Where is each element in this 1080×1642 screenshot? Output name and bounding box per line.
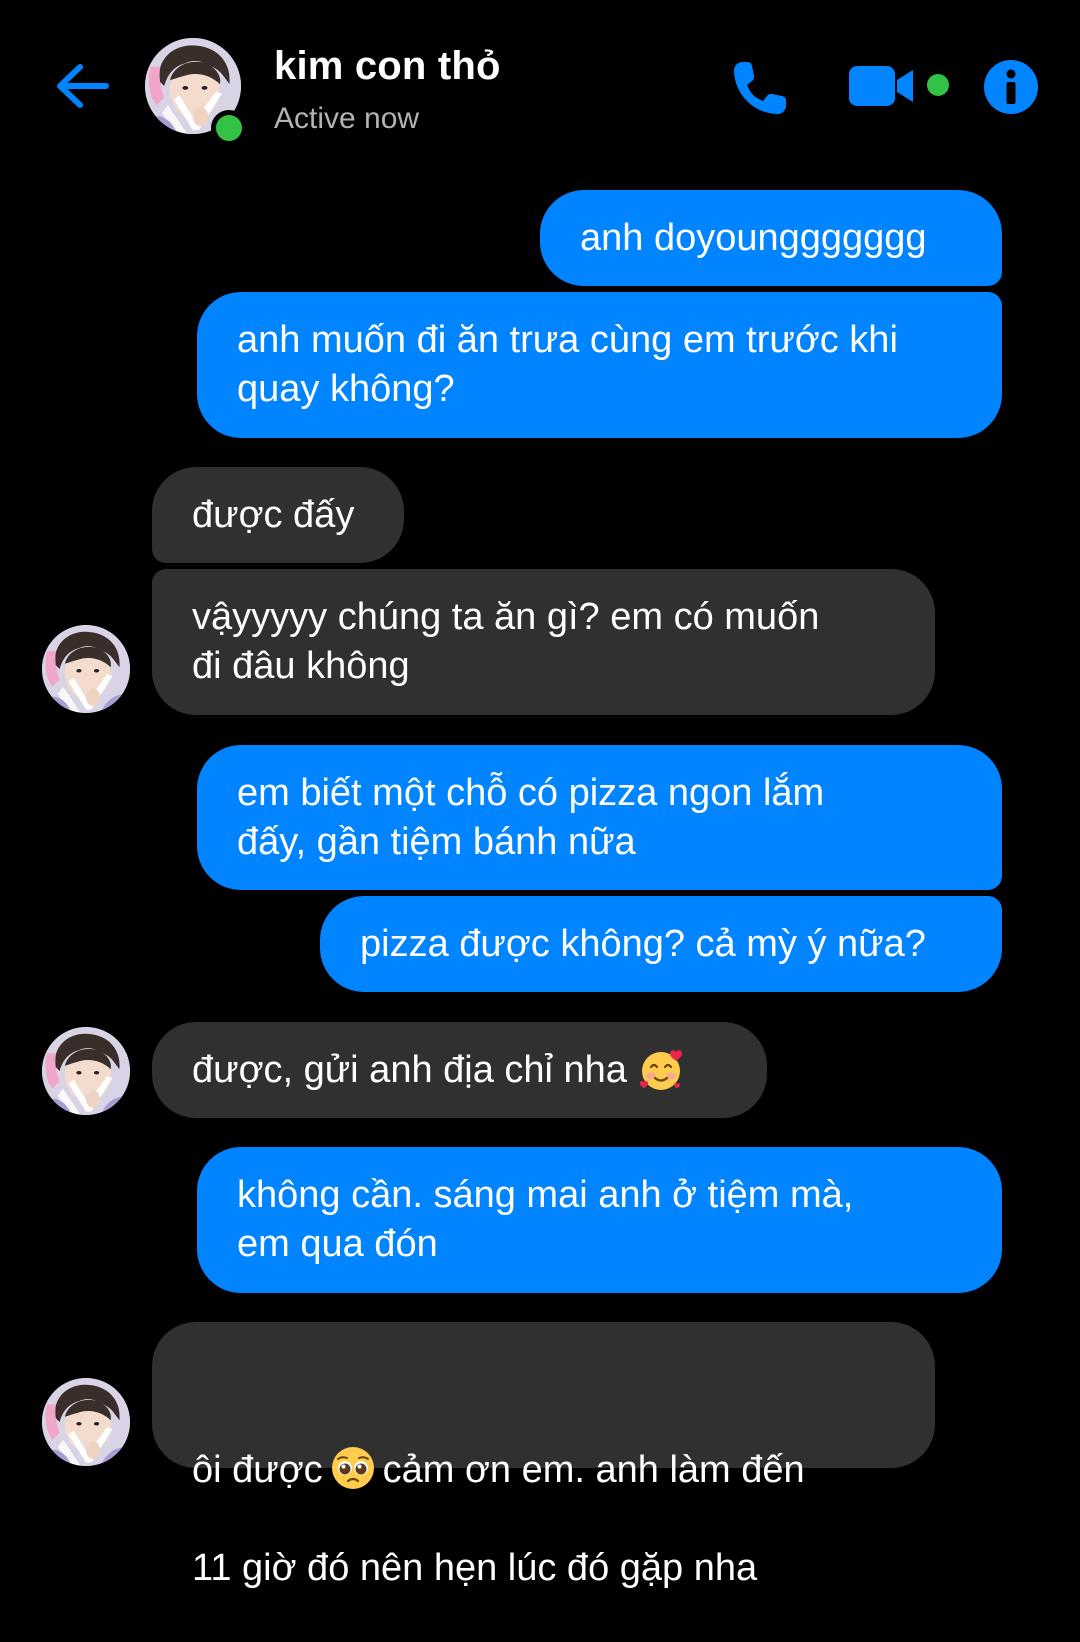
message-text: cảm ơn em. anh làm đến xyxy=(382,1449,805,1491)
phone-icon xyxy=(734,62,786,114)
pleading-face-icon xyxy=(329,1444,377,1492)
smiling-face-with-hearts-icon xyxy=(637,1046,685,1094)
incoming-message[interactable]: vậyyyyy chúng ta ăn gì? em có muốn đi đâ… xyxy=(152,569,935,715)
outgoing-message[interactable]: anh doyounggggggg xyxy=(540,190,1002,286)
avatar xyxy=(42,625,130,713)
contact-avatar[interactable] xyxy=(42,1378,130,1466)
incoming-message[interactable]: ôi được cảm ơn em. anh làm đến 11 giờ đó … xyxy=(152,1322,935,1589)
conversation-info-button[interactable] xyxy=(980,56,1042,118)
message-text: được, gửi anh địa chỉ nha xyxy=(192,1048,627,1091)
info-icon xyxy=(984,60,1038,114)
video-camera-icon xyxy=(849,66,913,106)
video-call-button[interactable] xyxy=(845,56,957,116)
message-text: ôi được xyxy=(192,1449,323,1491)
contact-status: Active now xyxy=(274,102,420,135)
contact-name[interactable]: kim con thỏ xyxy=(274,44,501,89)
contact-avatar[interactable] xyxy=(42,1027,130,1115)
message-text: 11 giờ đó nên hẹn lúc đó gặp nha xyxy=(192,1547,758,1589)
back-button[interactable] xyxy=(48,52,116,120)
contact-avatar[interactable] xyxy=(42,625,130,713)
voice-call-button[interactable] xyxy=(722,50,798,126)
back-arrow-icon xyxy=(57,64,109,108)
contact-avatar-button[interactable] xyxy=(145,38,247,146)
avatar xyxy=(42,1378,130,1466)
avatar xyxy=(42,1027,130,1115)
outgoing-message[interactable]: pizza được không? cả mỳ ý nữa? xyxy=(320,896,1002,992)
outgoing-message[interactable]: em biết một chỗ có pizza ngon lắm đấy, g… xyxy=(197,745,1002,890)
outgoing-message[interactable]: không cần. sáng mai anh ở tiệm mà, em qu… xyxy=(197,1147,1002,1293)
active-call-dot xyxy=(927,74,949,96)
incoming-message[interactable]: được đấy xyxy=(152,467,404,563)
outgoing-message[interactable]: anh muốn đi ăn trưa cùng em trước khi qu… xyxy=(197,292,1002,438)
active-status-indicator xyxy=(211,110,247,146)
conversation-header: kim con thỏ Active now xyxy=(0,0,1080,170)
incoming-message[interactable]: được, gửi anh địa chỉ nha xyxy=(152,1022,767,1118)
